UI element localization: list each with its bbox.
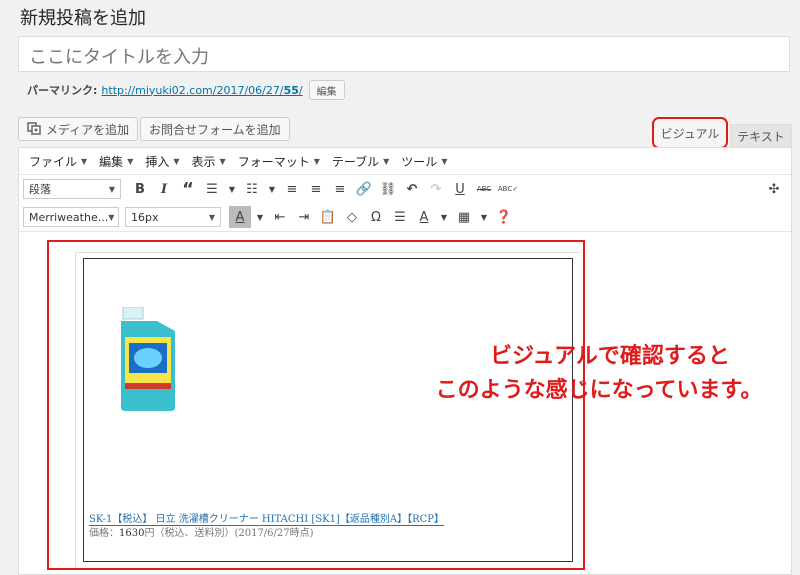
menu-insert[interactable]: 挿入 ▼ [139, 153, 185, 170]
text-color-icon[interactable]: A [229, 206, 251, 228]
chevron-down-icon[interactable]: ▼ [253, 206, 267, 228]
quote-icon[interactable]: “ [177, 178, 199, 200]
chevron-down-icon: ▼ [127, 156, 134, 166]
annotation-line-2: このような感じになっています。 [435, 378, 763, 403]
permalink-label: パーマリンク: [27, 84, 98, 97]
toolbar-row-2: Merriweathe... ▼ 16px ▼ A ▼ ⇤ ⇥ 📋 ◇ Ω ☰ A ▼ … [19, 203, 791, 232]
spellcheck-icon[interactable]: ABC✓ [497, 178, 519, 200]
format-select[interactable]: 段落 ▼ [23, 179, 121, 199]
add-media-label: メディアを追加 [46, 122, 130, 137]
media-icon [27, 121, 41, 138]
chevron-down-icon[interactable]: ▼ [225, 178, 239, 200]
tab-visual[interactable]: ビジュアル [652, 117, 728, 149]
unlink-icon[interactable]: ⛓ [377, 178, 399, 200]
toolbar-row-1: 段落 ▼ B I “ ☰ ▼ ☷ ▼ ≡ ≡ ≡ 🔗 ⛓ ↶ ↷ U ABC ABC✓… [19, 175, 791, 203]
strikethrough-icon[interactable]: ABC [473, 178, 495, 200]
menu-edit[interactable]: 編集 ▼ [93, 153, 139, 170]
chevron-down-icon: ▼ [173, 156, 180, 166]
background-color-icon[interactable]: A [413, 206, 435, 228]
italic-icon[interactable]: I [153, 178, 175, 200]
table-icon[interactable]: ▦ [453, 206, 475, 228]
clear-format-icon[interactable]: ◇ [341, 206, 363, 228]
align-left-icon[interactable]: ≡ [281, 178, 303, 200]
chevron-down-icon: ▼ [108, 212, 115, 222]
permalink-link[interactable]: http://miyuki02.com/2017/06/27/55/ [101, 84, 302, 97]
chevron-down-icon: ▼ [441, 156, 448, 166]
permalink-edit-button[interactable]: 編集 [308, 80, 345, 100]
menu-format[interactable]: フォーマット ▼ [232, 153, 326, 170]
chevron-down-icon: ▼ [313, 156, 320, 166]
undo-icon[interactable]: ↶ [401, 178, 423, 200]
chevron-down-icon: ▼ [208, 212, 215, 222]
numbered-list-icon[interactable]: ☷ [241, 178, 263, 200]
chevron-down-icon: ▼ [383, 156, 390, 166]
editor-menubar: ファイル ▼ 編集 ▼ 挿入 ▼ 表示 ▼ フォーマット ▼ テーブル ▼ ツール ▼ [19, 148, 791, 175]
chevron-down-icon: ▼ [81, 156, 88, 166]
chevron-down-icon[interactable]: ▼ [437, 206, 451, 228]
add-media-button[interactable]: メディアを追加 [18, 117, 139, 141]
chevron-down-icon: ▼ [219, 156, 226, 166]
help-icon[interactable]: ❓ [493, 206, 515, 228]
chevron-down-icon: ▼ [108, 184, 115, 194]
bullet-list-icon[interactable]: ☰ [201, 178, 223, 200]
add-contact-form-button[interactable]: お問合せフォームを追加 [140, 117, 290, 141]
underline-icon[interactable]: U [449, 178, 471, 200]
special-char-icon[interactable]: Ω [365, 206, 387, 228]
menu-file[interactable]: ファイル ▼ [23, 153, 93, 170]
menu-tools[interactable]: ツール ▼ [395, 153, 453, 170]
chevron-down-icon[interactable]: ▼ [265, 178, 279, 200]
page-title: 新規投稿を追加 [20, 8, 146, 29]
redo-icon[interactable]: ↷ [425, 178, 447, 200]
permalink-slug: 55 [283, 83, 299, 97]
permalink-suffix: / [298, 83, 303, 97]
horizontal-rule-icon[interactable]: ☰ [389, 206, 411, 228]
menu-view[interactable]: 表示 ▼ [186, 153, 232, 170]
font-family-select[interactable]: Merriweathe... ▼ [23, 207, 119, 227]
title-input[interactable]: ここにタイトルを入力 [18, 36, 790, 72]
tab-text[interactable]: テキスト [730, 124, 792, 148]
outdent-icon[interactable]: ⇤ [269, 206, 291, 228]
fullscreen-icon[interactable]: ✣ [763, 178, 785, 200]
font-size-select[interactable]: 16px ▼ [125, 207, 221, 227]
align-center-icon[interactable]: ≡ [305, 178, 327, 200]
link-icon[interactable]: 🔗 [353, 178, 375, 200]
paste-text-icon[interactable]: 📋 [317, 206, 339, 228]
menu-table[interactable]: テーブル ▼ [326, 153, 395, 170]
annotation-line-1: ビジュアルで確認すると [490, 344, 730, 369]
permalink-url-base: http://miyuki02.com/2017/06/27/ [101, 83, 284, 97]
permalink-row: パーマリンク: http://miyuki02.com/2017/06/27/5… [27, 80, 345, 100]
bold-icon[interactable]: B [129, 178, 151, 200]
align-right-icon[interactable]: ≡ [329, 178, 351, 200]
indent-icon[interactable]: ⇥ [293, 206, 315, 228]
chevron-down-icon[interactable]: ▼ [477, 206, 491, 228]
